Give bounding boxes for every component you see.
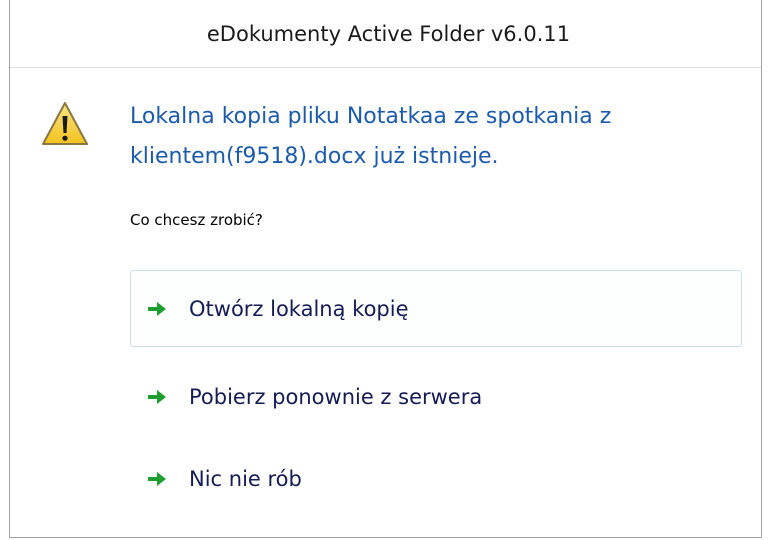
question-text: Co chcesz zrobić? (130, 211, 263, 229)
green-arrow-icon (148, 301, 166, 316)
green-arrow-icon (148, 471, 166, 486)
dialog-title: eDokumenty Active Folder v6.0.11 (206, 21, 571, 46)
command-label: Nic nie rób (189, 466, 302, 491)
command-do-nothing[interactable]: Nic nie rób (130, 440, 742, 517)
title-bar[interactable]: eDokumenty Active Folder v6.0.11 (10, 0, 761, 68)
command-label: Pobierz ponownie z serwera (189, 384, 483, 409)
command-open-local-copy[interactable]: Otwórz lokalną kopię (130, 270, 742, 347)
command-download-again[interactable]: Pobierz ponownie z serwera (130, 358, 742, 435)
command-label: Otwórz lokalną kopię (189, 296, 409, 321)
green-arrow-icon (148, 389, 166, 404)
warning-icon (42, 102, 88, 145)
task-dialog: eDokumenty Active Folder v6.0.11 Lokalna… (9, 0, 762, 538)
main-instruction: Lokalna kopia pliku Notatkaa ze spotkani… (130, 104, 612, 169)
